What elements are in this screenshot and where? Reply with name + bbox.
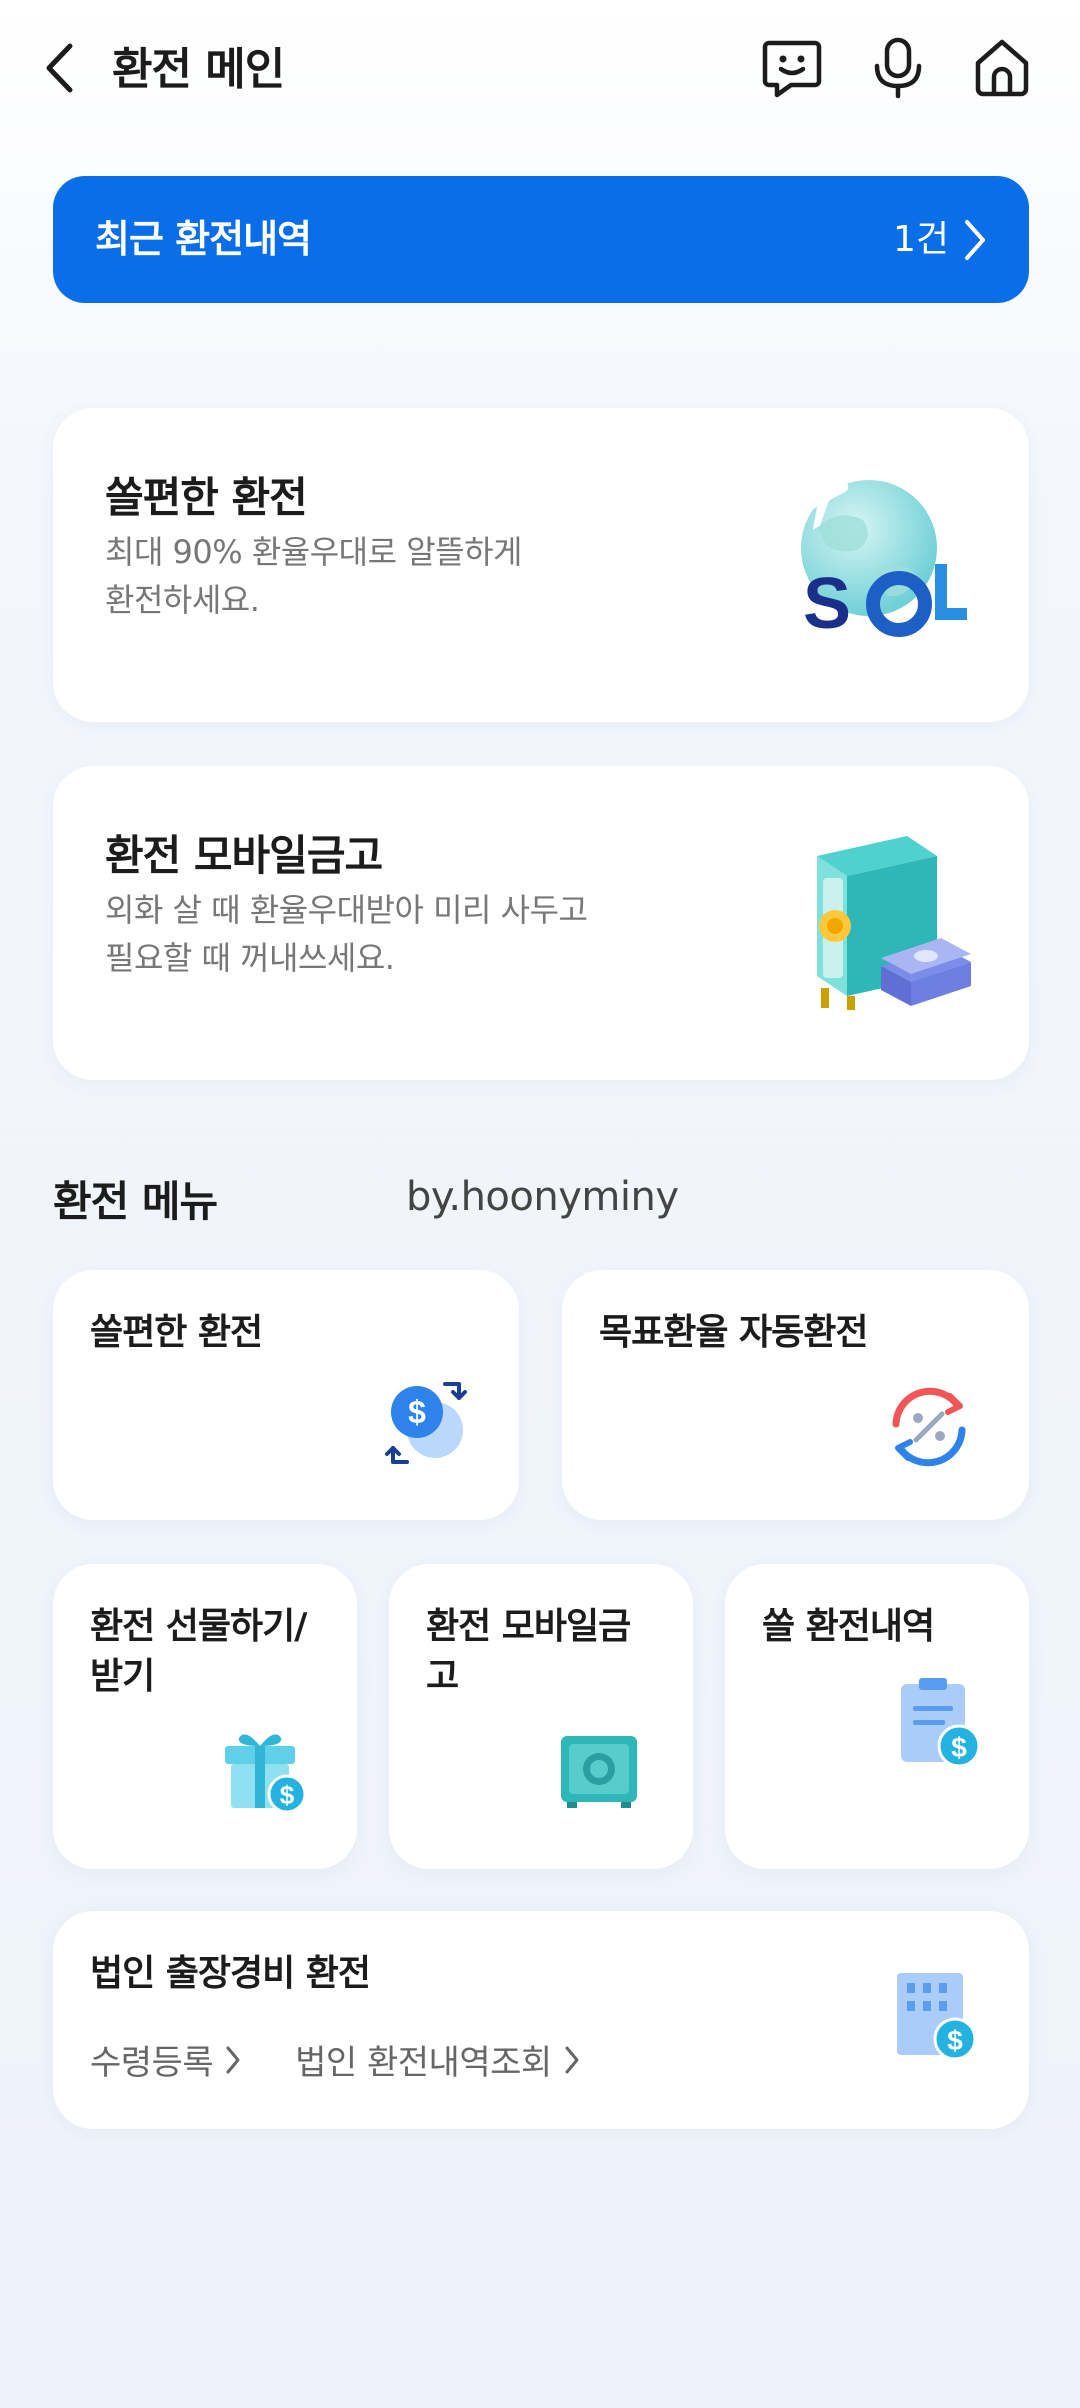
safe-icon xyxy=(561,1736,637,1808)
recent-exchange-banner[interactable]: 최근 환전내역 1건 xyxy=(53,176,1029,303)
clipboard-dollar-icon: $ xyxy=(901,1678,981,1768)
menu-mobile-safe[interactable]: 환전 모바일금 고 xyxy=(389,1564,693,1869)
chevron-right-icon xyxy=(226,2046,240,2073)
promo-description: 최대 90% 환율우대로 알뜰하게 환전하세요. xyxy=(105,528,645,624)
promo-title: 쏠편한 환전 xyxy=(105,473,308,522)
home-button[interactable] xyxy=(968,34,1036,102)
svg-text:S: S xyxy=(803,564,851,644)
microphone-icon xyxy=(874,37,922,99)
promo-desc-line: 필요할 때 꺼내쓰세요. xyxy=(105,939,395,977)
menu-gift-exchange[interactable]: 환전 선물하기/ 받기 $ xyxy=(53,1564,357,1869)
page-title: 환전 메인 xyxy=(112,44,285,95)
chevron-right-icon xyxy=(565,2046,579,2073)
menu-label-line: 받기 xyxy=(90,1656,155,1697)
menu-label: 쏠 환전내역 xyxy=(762,1606,935,1647)
percent-cycle-icon xyxy=(892,1387,966,1467)
top-bar: 환전 메인 xyxy=(0,0,1080,140)
promo-card-easy-exchange[interactable]: 쏠편한 환전 최대 90% 환율우대로 알뜰하게 환전하세요. S xyxy=(53,408,1029,722)
svg-text:$: $ xyxy=(280,1780,295,1810)
menu-label: 쏠편한 환전 xyxy=(90,1312,263,1353)
link-label: 수령등록 xyxy=(90,2043,214,2083)
chatbot-button[interactable] xyxy=(758,34,826,102)
menu-target-rate-auto-exchange[interactable]: 목표환율 자동환전 xyxy=(562,1270,1029,1520)
menu-label: 법인 출장경비 환전 xyxy=(90,1953,371,1994)
menu-label: 목표환율 자동환전 xyxy=(599,1312,868,1353)
exchange-menu-title: 환전 메뉴 xyxy=(53,1177,218,1226)
promo-card-mobile-safe[interactable]: 환전 모바일금고 외화 살 때 환율우대받아 미리 사두고 필요할 때 꺼내쓰세… xyxy=(53,766,1029,1080)
promo-desc-line: 환전하세요. xyxy=(105,581,260,619)
chevron-left-icon xyxy=(46,43,73,93)
chatbot-icon xyxy=(762,40,822,98)
dollar-exchange-icon: $ xyxy=(385,1382,467,1464)
svg-text:$: $ xyxy=(408,1394,426,1430)
promo-desc-line: 외화 살 때 환율우대받아 미리 사두고 xyxy=(105,891,588,929)
receipt-registration-link[interactable]: 수령등록 xyxy=(90,2035,241,2084)
recent-exchange-count: 1건 xyxy=(892,219,949,260)
home-icon xyxy=(975,39,1029,97)
safe-with-cash-icon xyxy=(817,836,971,1010)
menu-easy-exchange[interactable]: 쏠편한 환전 $ xyxy=(53,1270,519,1520)
menu-label-line: 환전 모바일금 xyxy=(426,1606,631,1647)
menu-label-line: 고 xyxy=(426,1656,459,1697)
link-label: 법인 환전내역조회 xyxy=(295,2043,552,2083)
building-dollar-icon: $ xyxy=(897,1973,977,2061)
chevron-right-icon xyxy=(965,220,985,260)
voice-button[interactable] xyxy=(864,34,932,102)
recent-exchange-label: 최근 환전내역 xyxy=(95,217,312,261)
menu-label: 환전 선물하기/ 받기 xyxy=(90,1602,307,1702)
promo-title: 환전 모바일금고 xyxy=(105,831,383,880)
promo-desc-line: 최대 90% 환율우대로 알뜰하게 xyxy=(105,533,522,571)
menu-exchange-history[interactable]: 쏠 환전내역 $ xyxy=(725,1564,1029,1869)
menu-label: 환전 모바일금 고 xyxy=(426,1602,631,1702)
menu-corporate-travel-exchange[interactable]: 법인 출장경비 환전 수령등록 법인 환전내역조회 $ xyxy=(53,1911,1029,2129)
promo-description: 외화 살 때 환율우대받아 미리 사두고 필요할 때 꺼내쓰세요. xyxy=(105,886,645,982)
svg-text:$: $ xyxy=(951,1732,967,1763)
gift-dollar-icon: $ xyxy=(225,1734,307,1814)
corporate-history-link[interactable]: 법인 환전내역조회 xyxy=(295,2035,580,2084)
svg-text:$: $ xyxy=(947,2025,963,2056)
watermark-text: by.hoonyminy xyxy=(406,1174,679,1220)
corporate-links: 수령등록 법인 환전내역조회 xyxy=(90,2035,580,2084)
menu-label-line: 환전 선물하기/ xyxy=(90,1606,307,1647)
sol-globe-plane-icon: S xyxy=(783,480,967,644)
back-button[interactable] xyxy=(44,38,88,98)
